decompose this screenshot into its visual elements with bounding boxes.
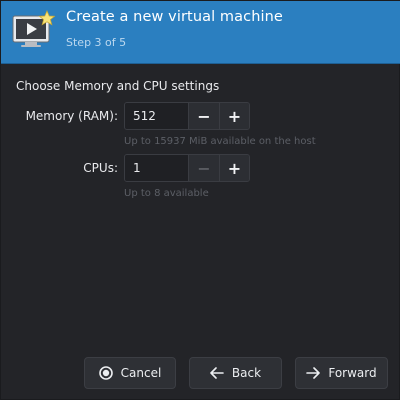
cpus-hint: Up to 8 available	[124, 188, 209, 199]
minus-icon: −	[197, 158, 211, 178]
memory-decrement-button[interactable]: −	[189, 103, 219, 129]
wizard-header: Create a new virtual machine Step 3 of 5	[1, 1, 400, 64]
cpus-decrement-button[interactable]: −	[189, 155, 219, 181]
forward-label: Forward	[328, 366, 377, 380]
arrow-left-icon	[210, 367, 224, 379]
plus-icon: +	[227, 106, 242, 126]
cpus-increment-button[interactable]: +	[219, 155, 249, 181]
cpus-spinbox: 1 − +	[124, 154, 250, 182]
minus-icon: −	[197, 106, 211, 126]
section-title: Choose Memory and CPU settings	[16, 79, 220, 93]
arrow-right-icon	[306, 367, 321, 379]
plus-icon: +	[227, 158, 242, 178]
wizard-step: Step 3 of 5	[66, 36, 127, 49]
back-label: Back	[231, 366, 262, 380]
new-vm-dialog: Create a new virtual machine Step 3 of 5…	[0, 0, 400, 400]
cpus-label: CPUs:	[83, 161, 118, 175]
forward-button[interactable]: Forward	[295, 357, 388, 389]
memory-label: Memory (RAM):	[25, 109, 118, 123]
cancel-label: Cancel	[120, 366, 162, 380]
monitor-play-star-icon	[12, 10, 55, 47]
wizard-title: Create a new virtual machine	[66, 9, 283, 25]
memory-input[interactable]: 512	[125, 103, 189, 129]
memory-hint: Up to 15937 MiB available on the host	[124, 136, 316, 147]
memory-spinbox: 512 − +	[124, 102, 250, 130]
back-button[interactable]: Back	[189, 357, 282, 389]
cancel-button[interactable]: Cancel	[84, 357, 176, 389]
cpus-input[interactable]: 1	[125, 155, 189, 181]
cancel-icon	[98, 366, 113, 380]
memory-increment-button[interactable]: +	[219, 103, 249, 129]
